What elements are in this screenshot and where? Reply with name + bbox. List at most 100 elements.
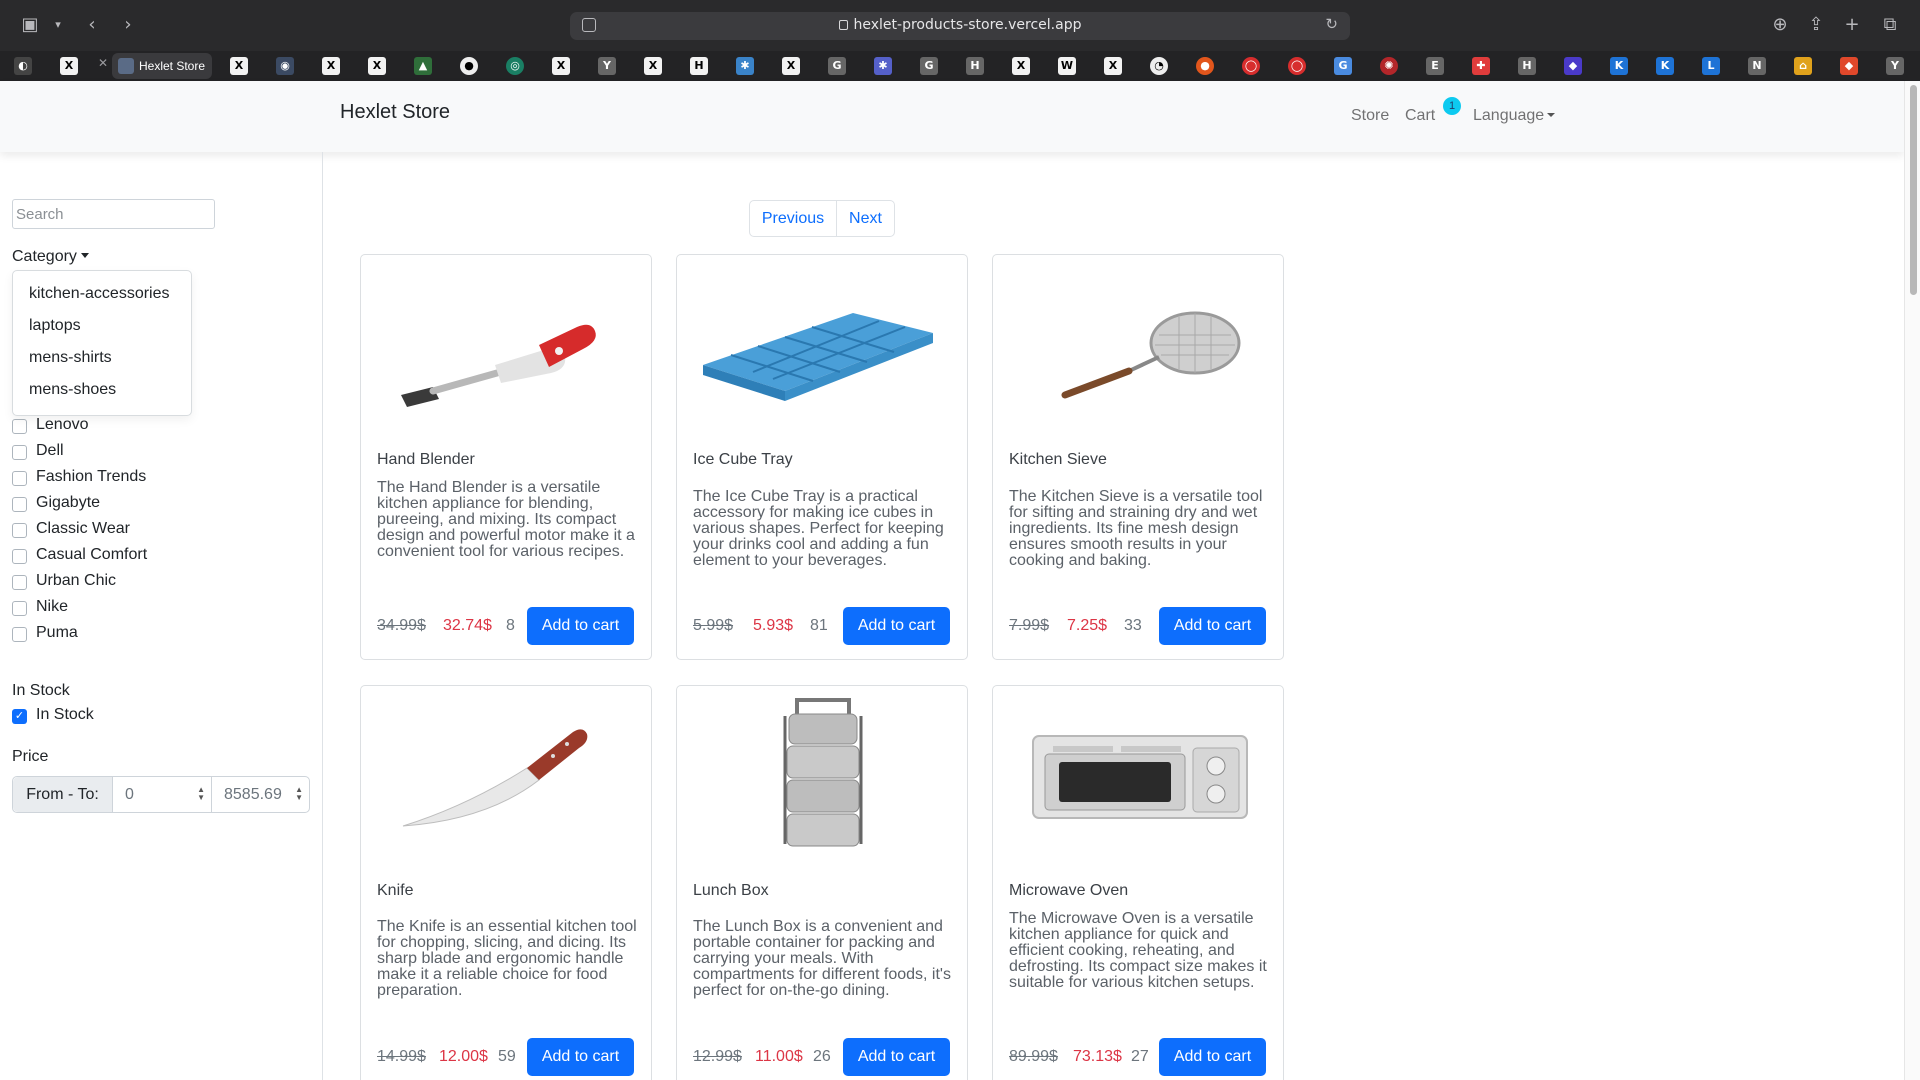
add-to-cart-button[interactable]: Add to cart xyxy=(1159,1038,1266,1076)
tab-favicon[interactable]: K xyxy=(1610,57,1628,75)
page-scrollbar[interactable] xyxy=(1904,81,1920,1080)
tab-favicon[interactable]: H xyxy=(690,57,708,75)
tab-favicon[interactable]: ✱ xyxy=(736,57,754,75)
stock-count: 81 xyxy=(810,617,828,634)
tab-favicon[interactable]: X xyxy=(644,57,662,75)
tab-favicon xyxy=(118,58,134,74)
in-stock-label[interactable]: In Stock xyxy=(36,706,94,724)
download-icon[interactable]: ⊕ xyxy=(1768,13,1792,37)
checkbox[interactable] xyxy=(12,549,27,564)
tab-favicon[interactable]: X xyxy=(230,57,248,75)
share-icon[interactable]: ⇪ xyxy=(1804,13,1828,37)
tab-favicon[interactable]: X xyxy=(1012,57,1030,75)
new-tab-icon[interactable]: + xyxy=(1840,13,1864,37)
tab-favicon[interactable]: ◐ xyxy=(14,57,32,75)
nav-store[interactable]: Store xyxy=(1351,107,1389,125)
add-to-cart-button[interactable]: Add to cart xyxy=(843,1038,950,1076)
spinner-icon[interactable]: ▲ ▼ xyxy=(197,786,205,802)
search-input[interactable] xyxy=(12,199,215,229)
tab-favicon[interactable]: X xyxy=(322,57,340,75)
tab-favicon[interactable]: ✱ xyxy=(874,57,892,75)
browser-toolbar: ▣ ▾ ‹ › hexlet-products-store.vercel.app… xyxy=(0,0,1920,51)
product-title[interactable]: Microwave Oven xyxy=(1009,882,1128,900)
category-dropdown[interactable]: Category xyxy=(12,248,89,266)
reload-icon[interactable]: ↻ xyxy=(1325,15,1338,33)
tab-favicon[interactable]: Y xyxy=(598,57,616,75)
tab-favicon[interactable]: ◔ xyxy=(1150,57,1168,75)
tab-overview-icon[interactable]: ⧉ xyxy=(1878,13,1902,37)
tab-favicon[interactable]: ◆ xyxy=(1564,57,1582,75)
category-option[interactable]: kitchen-accessories xyxy=(29,285,170,303)
tab-favicon[interactable]: ◯ xyxy=(1242,57,1260,75)
close-tab-icon[interactable]: ✕ xyxy=(98,56,108,70)
product-title[interactable]: Ice Cube Tray xyxy=(693,451,793,469)
checkbox[interactable] xyxy=(12,445,27,460)
checkbox[interactable] xyxy=(12,471,27,486)
tab-favicon[interactable]: X xyxy=(1104,57,1122,75)
previous-page-button[interactable]: Previous xyxy=(750,201,837,236)
sidebar-toggle-icon[interactable]: ▣ xyxy=(18,13,42,37)
tab-favicon[interactable]: ◯ xyxy=(1288,57,1306,75)
add-to-cart-button[interactable]: Add to cart xyxy=(1159,607,1266,645)
tab-favicon[interactable]: ◎ xyxy=(506,57,524,75)
tab-favicon[interactable]: G xyxy=(1334,57,1352,75)
tab-favicon[interactable]: E xyxy=(1426,57,1444,75)
add-to-cart-button[interactable]: Add to cart xyxy=(527,1038,634,1076)
tab-favicon[interactable]: ● xyxy=(460,57,478,75)
tab-favicon[interactable]: ▲ xyxy=(414,57,432,75)
product-title[interactable]: Hand Blender xyxy=(377,451,475,469)
nav-language[interactable]: Language xyxy=(1473,107,1556,125)
address-bar[interactable]: hexlet-products-store.vercel.app ↻ xyxy=(570,12,1350,40)
chevron-down-icon[interactable]: ▾ xyxy=(46,13,70,37)
active-tab[interactable]: ✕ Hexlet Store xyxy=(98,53,212,79)
forward-icon[interactable]: › xyxy=(116,13,140,37)
category-option[interactable]: laptops xyxy=(29,317,81,335)
old-price: 7.99$ xyxy=(1009,617,1050,634)
tab-favicon[interactable]: X xyxy=(60,57,78,75)
active-tab-label: Hexlet Store xyxy=(139,59,206,73)
category-option[interactable]: mens-shirts xyxy=(29,349,112,367)
tab-favicon[interactable]: L xyxy=(1702,57,1720,75)
tab-favicon[interactable]: ● xyxy=(1196,57,1214,75)
checkbox[interactable] xyxy=(12,627,27,642)
tab-favicon[interactable]: G xyxy=(828,57,846,75)
tab-favicon[interactable]: X xyxy=(782,57,800,75)
tab-favicon[interactable]: X xyxy=(368,57,386,75)
tab-favicon[interactable]: G xyxy=(920,57,938,75)
add-to-cart-button[interactable]: Add to cart xyxy=(527,607,634,645)
price-to-input[interactable]: 8585.69 ▲ ▼ xyxy=(212,777,309,812)
next-page-button[interactable]: Next xyxy=(837,201,894,236)
spinner-icon[interactable]: ▲ ▼ xyxy=(295,786,303,802)
product-image-microwave-oven xyxy=(1032,735,1248,819)
checkbox[interactable] xyxy=(12,601,27,616)
product-title[interactable]: Kitchen Sieve xyxy=(1009,451,1107,469)
price-from-input[interactable]: 0 ▲ ▼ xyxy=(113,777,212,812)
tab-favicon[interactable]: X xyxy=(552,57,570,75)
brand-link[interactable]: Hexlet Store xyxy=(340,101,450,124)
scrollbar-thumb[interactable] xyxy=(1910,85,1917,295)
product-title[interactable]: Lunch Box xyxy=(693,882,769,900)
add-to-cart-button[interactable]: Add to cart xyxy=(843,607,950,645)
checkbox[interactable] xyxy=(12,575,27,590)
checkbox[interactable] xyxy=(12,497,27,512)
tab-favicon[interactable]: K xyxy=(1656,57,1674,75)
tab-favicon[interactable]: H xyxy=(1518,57,1536,75)
checkbox[interactable] xyxy=(12,419,27,434)
tab-favicon[interactable]: H xyxy=(966,57,984,75)
tab-favicon[interactable]: ⌂ xyxy=(1794,57,1812,75)
tab-favicon[interactable]: ◆ xyxy=(1840,57,1858,75)
tab-favicon[interactable]: ✚ xyxy=(1472,57,1490,75)
tab-favicon[interactable]: W xyxy=(1058,57,1076,75)
tab-favicon[interactable]: Y xyxy=(1886,57,1904,75)
tab-favicon[interactable]: ◉ xyxy=(276,57,294,75)
category-option[interactable]: mens-shoes xyxy=(29,381,116,399)
tab-favicon[interactable]: ✺ xyxy=(1380,57,1398,75)
in-stock-checkbox[interactable]: ✓ xyxy=(12,709,27,724)
checkbox[interactable] xyxy=(12,523,27,538)
price-to-value: 8585.69 xyxy=(224,786,282,803)
product-title[interactable]: Knife xyxy=(377,882,413,900)
back-icon[interactable]: ‹ xyxy=(80,13,104,37)
brand-label: Fashion Trends xyxy=(36,468,147,485)
tab-favicon[interactable]: N xyxy=(1748,57,1766,75)
nav-cart[interactable]: Cart xyxy=(1405,107,1435,125)
